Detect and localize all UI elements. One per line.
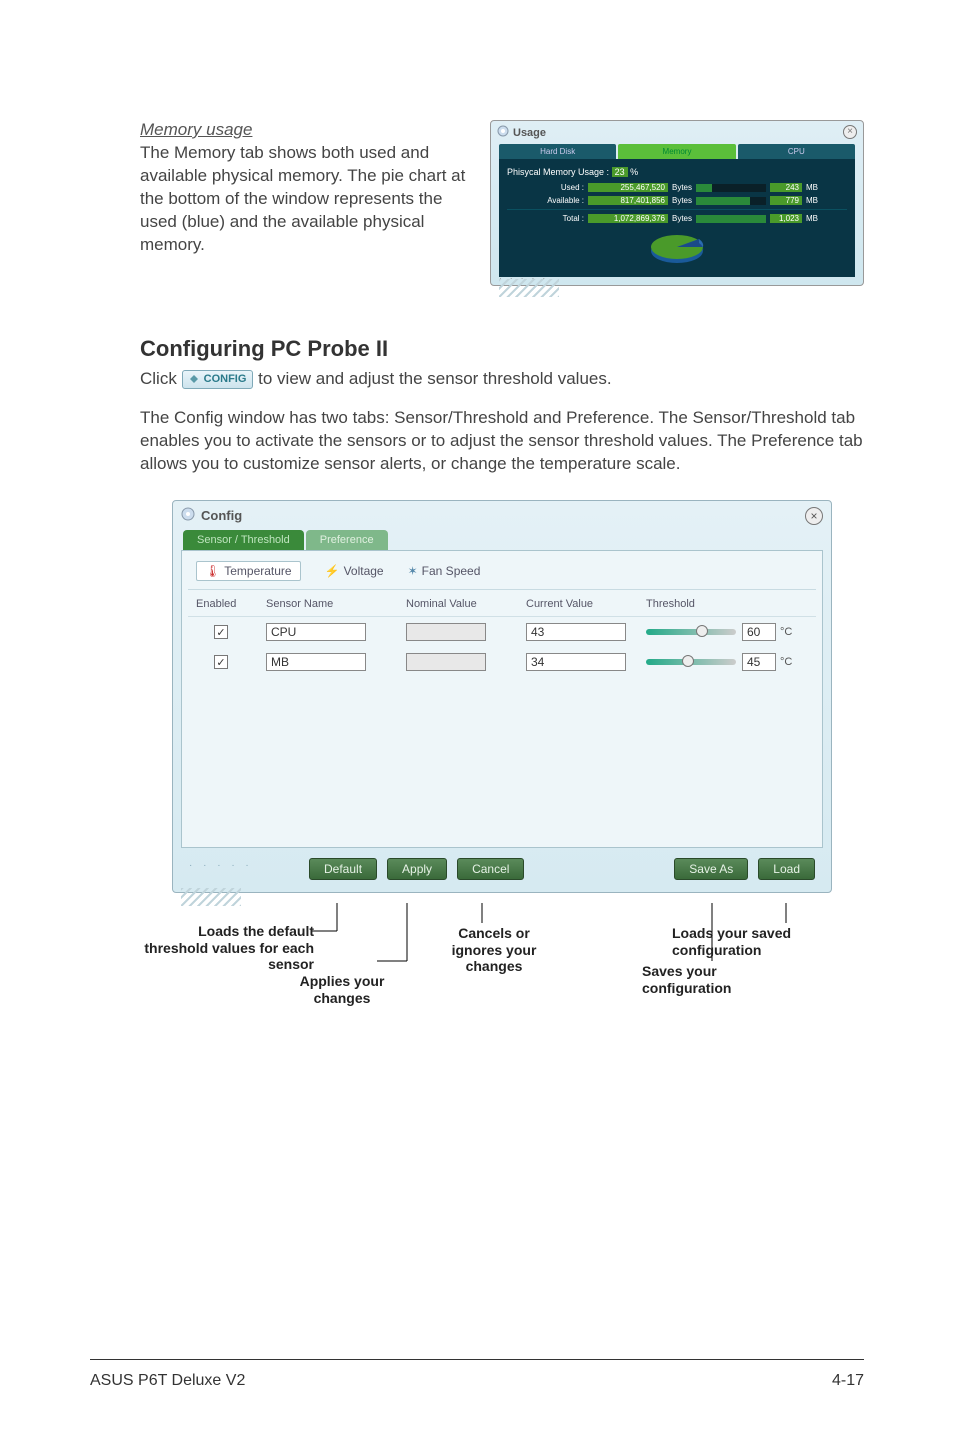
row-avail-bytes-unit: Bytes (672, 196, 692, 205)
threshold-value-field[interactable]: 45 (742, 653, 776, 671)
threshold-slider[interactable] (646, 629, 736, 635)
row-total-mb-unit: MB (806, 214, 818, 223)
callout-loads-saved: Loads your saved configuration (672, 925, 842, 959)
current-value-field: 43 (526, 623, 626, 641)
tab-cpu[interactable]: CPU (738, 144, 855, 159)
callout-saves: Saves your configuration (642, 963, 792, 997)
usage-window-title: Usage (513, 127, 546, 139)
row-total-bar (696, 215, 766, 223)
footer-left: ASUS P6T Deluxe V2 (90, 1372, 245, 1390)
memory-usage-paragraph: The Memory tab shows both used and avail… (140, 142, 470, 257)
row-used-bytes: 255,467,520 (588, 183, 668, 192)
row-used-mb: 243 (770, 183, 802, 192)
callout-cancels: Cancels or ignores your changes (434, 925, 554, 975)
footer-divider (90, 1359, 864, 1360)
row-avail-bar (696, 197, 766, 205)
config-description-paragraph: The Config window has two tabs: Sensor/T… (140, 407, 864, 476)
click-config-paragraph: Click CONFIG to view and adjust the sens… (140, 368, 864, 391)
unit-label: °C (780, 656, 792, 668)
memory-usage-heading: Memory usage (140, 120, 470, 140)
save-as-button[interactable]: Save As (674, 858, 748, 880)
row-avail-label: Available : (536, 196, 584, 205)
sensor-name-field[interactable]: MB (266, 653, 366, 671)
row-used-label: Used : (536, 183, 584, 192)
tab-memory[interactable]: Memory (618, 144, 735, 159)
sensor-name-field[interactable]: CPU (266, 623, 366, 641)
usage-heading-label: Phisycal Memory Usage : (507, 167, 609, 177)
row-total-bytes: 1,072,869,376 (588, 214, 668, 223)
footer-right: 4-17 (832, 1372, 864, 1390)
usage-pct-unit: % (630, 167, 638, 177)
pie-chart-icon (647, 229, 707, 269)
config-inline-button[interactable]: CONFIG (182, 370, 254, 389)
fan-icon: ✶ (408, 564, 418, 578)
close-icon[interactable]: × (843, 125, 857, 139)
row-used-bar (696, 184, 766, 192)
tab-preference[interactable]: Preference (306, 530, 388, 550)
cancel-button[interactable]: Cancel (457, 858, 524, 880)
col-current-value: Current Value (526, 598, 646, 610)
row-total-label: Total : (536, 214, 584, 223)
disc-icon (497, 125, 509, 140)
callout-loads-default: Loads the default threshold values for e… (144, 923, 314, 973)
nominal-value-field (406, 653, 486, 671)
table-row: ✓ MB 34 45 °C (188, 647, 816, 677)
load-button[interactable]: Load (758, 858, 815, 880)
row-avail-mb: 779 (770, 196, 802, 205)
tab-hard-disk[interactable]: Hard Disk (499, 144, 616, 159)
row-total-mb: 1,023 (770, 214, 802, 223)
close-icon[interactable]: × (805, 507, 823, 525)
threshold-value-field[interactable]: 60 (742, 623, 776, 641)
callout-applies: Applies your changes (282, 973, 402, 1007)
enabled-checkbox[interactable]: ✓ (214, 625, 228, 639)
apply-button[interactable]: Apply (387, 858, 447, 880)
row-total-bytes-unit: Bytes (672, 214, 692, 223)
nominal-value-field (406, 623, 486, 641)
inner-tab-temperature[interactable]: 🌡 Temperature (196, 561, 301, 581)
config-window: Config × Sensor / Threshold Preference 🌡… (172, 500, 832, 893)
col-nominal-value: Nominal Value (406, 598, 526, 610)
usage-pct-value: 23 (612, 167, 628, 177)
table-row: ✓ CPU 43 60 °C (188, 617, 816, 647)
current-value-field: 34 (526, 653, 626, 671)
config-window-title: Config (201, 508, 242, 523)
default-button[interactable]: Default (309, 858, 377, 880)
disc-icon (181, 507, 195, 524)
threshold-slider[interactable] (646, 659, 736, 665)
usage-window: Usage × Hard Disk Memory CPU Phisycal Me… (490, 120, 864, 286)
inner-tab-voltage[interactable]: ⚡ Voltage (325, 561, 384, 581)
inner-tab-fan-speed[interactable]: ✶ Fan Speed (408, 561, 481, 581)
row-avail-mb-unit: MB (806, 196, 818, 205)
tab-sensor-threshold[interactable]: Sensor / Threshold (183, 530, 304, 550)
col-enabled: Enabled (196, 598, 266, 610)
enabled-checkbox[interactable]: ✓ (214, 655, 228, 669)
voltage-icon: ⚡ (325, 564, 340, 578)
row-used-bytes-unit: Bytes (672, 183, 692, 192)
row-avail-bytes: 817,401,856 (588, 196, 668, 205)
callouts: Loads the default threshold values for e… (172, 903, 832, 1033)
row-used-mb-unit: MB (806, 183, 818, 192)
col-threshold: Threshold (646, 598, 808, 610)
col-sensor-name: Sensor Name (266, 598, 406, 610)
resize-grip-icon: · · · · · (189, 860, 253, 871)
configuring-heading: Configuring PC Probe II (140, 336, 864, 362)
thermometer-icon: 🌡 (205, 564, 220, 578)
unit-label: °C (780, 626, 792, 638)
